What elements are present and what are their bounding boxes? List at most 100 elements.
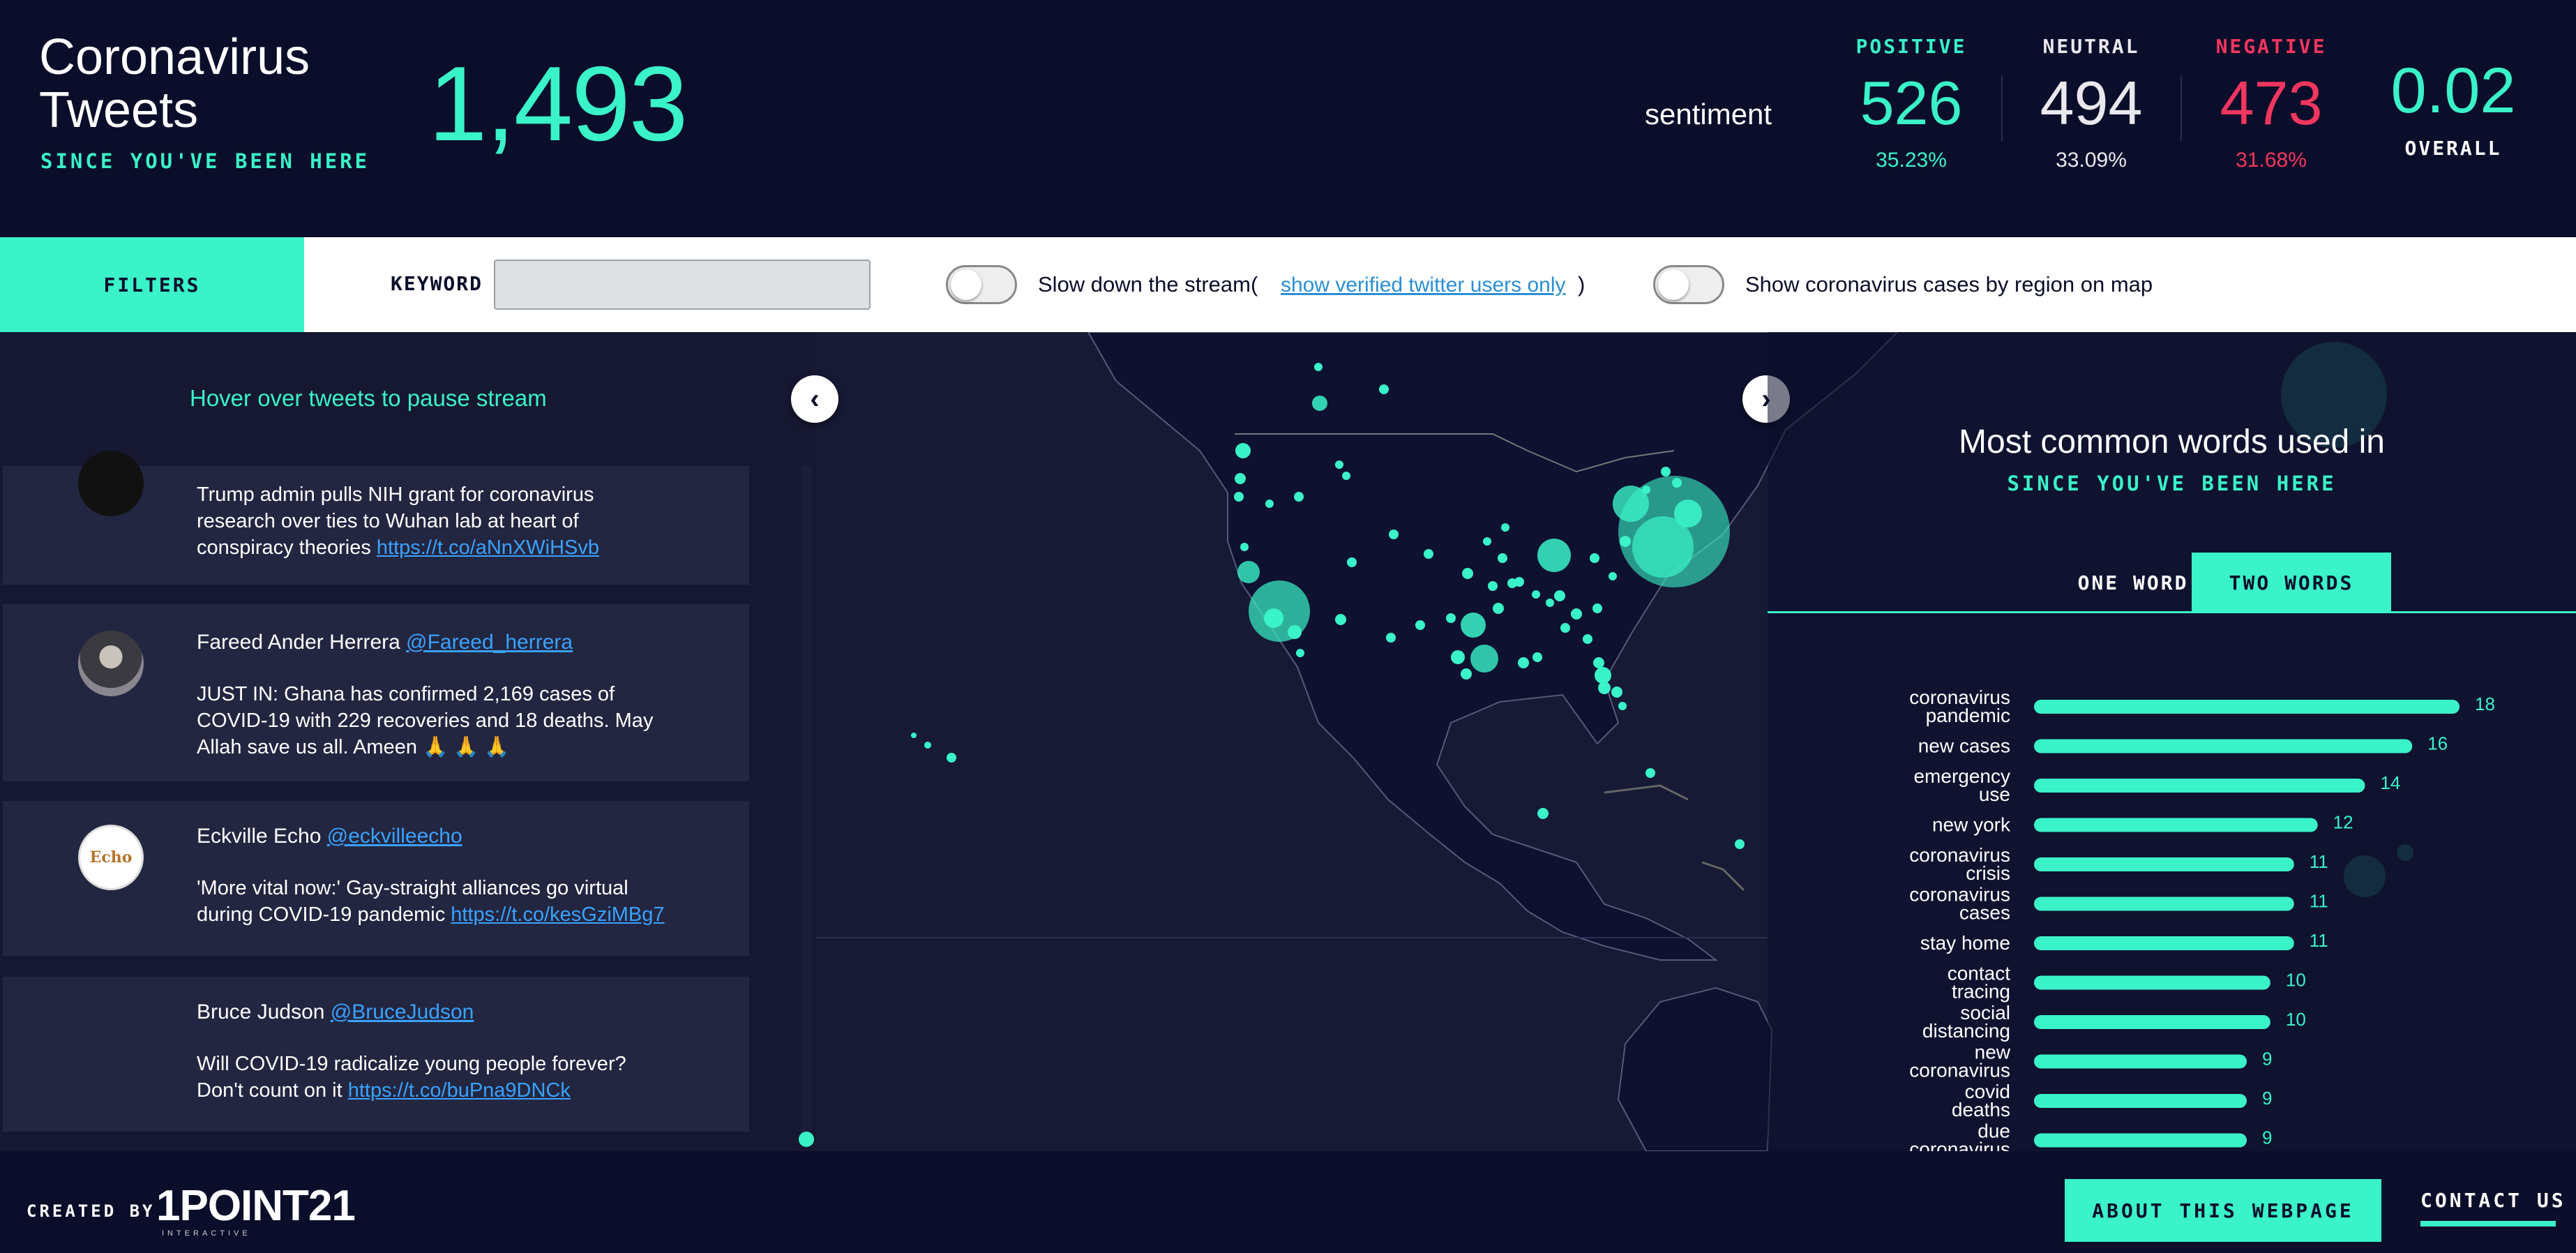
map-dot <box>1386 633 1396 643</box>
slow-stream-toggle[interactable] <box>946 265 1017 304</box>
tweet-card[interactable]: Trump admin pulls NIH grant for coronavi… <box>3 451 749 585</box>
show-cases-toggle[interactable] <box>1653 265 1724 304</box>
tweet-link[interactable]: https://t.co/aNnXWiHSvb <box>377 537 599 559</box>
map-dot <box>1389 530 1399 539</box>
word-bar <box>2034 936 2294 950</box>
neutral-stat: NEUTRAL 494 33.09% <box>2008 35 2175 172</box>
map-dot <box>1314 363 1323 371</box>
map-dot <box>1446 613 1456 623</box>
chevron-left-icon[interactable]: ‹ <box>791 375 838 423</box>
map-dot <box>1554 590 1565 601</box>
tweet-scrollbar[interactable] <box>801 466 812 1136</box>
tweet-author: Bruce Judson @BruceJudson <box>197 1000 474 1024</box>
divider <box>2001 75 2003 141</box>
word-bar-value: 11 <box>2310 930 2328 951</box>
word-bar-value: 9 <box>2262 1088 2272 1109</box>
word-bar-value: 18 <box>2475 693 2495 714</box>
tweet-text: 'More vital now:' Gay-straight alliances… <box>197 875 678 928</box>
contact-link[interactable]: CONTACT US <box>2420 1189 2566 1212</box>
map-dot <box>1461 668 1472 680</box>
word-bar <box>2034 857 2294 871</box>
map-dot <box>1645 768 1655 778</box>
verified-users-link[interactable]: show verified twitter users only <box>1281 273 1566 297</box>
neutral-percent: 33.09% <box>2056 149 2127 172</box>
echo-logo-icon: Echo <box>89 848 133 866</box>
map-dot <box>1312 396 1327 411</box>
word-bar-label: new cases <box>1918 735 2010 757</box>
avatar <box>78 451 144 516</box>
hover-hint: Hover over tweets to pause stream <box>190 385 547 411</box>
tweet-text-content: JUST IN: Ghana has confirmed 2,169 cases… <box>197 683 654 758</box>
word-bar-label: coronavirus pandemic <box>1909 686 2010 726</box>
map-dot <box>1342 472 1350 480</box>
show-cases-label: Show coronavirus cases by region on map <box>1745 272 2153 297</box>
map-dot <box>1642 486 1650 494</box>
map-dot <box>1335 614 1346 625</box>
tweet-card[interactable]: Fareed Ander Herrera @Fareed_herrera JUS… <box>3 604 749 781</box>
negative-label: NEGATIVE <box>2215 35 2327 58</box>
map-dot <box>1294 492 1304 502</box>
neutral-count: 494 <box>2040 68 2143 137</box>
tweet-author: Fareed Ander Herrera @Fareed_herrera <box>197 631 573 654</box>
author-handle[interactable]: @BruceJudson <box>331 1000 474 1023</box>
word-bar-value: 10 <box>2286 1009 2306 1030</box>
map-dot <box>1595 667 1611 684</box>
tweet-text: Trump admin pulls NIH grant for coronavi… <box>197 481 678 561</box>
map-dot <box>1264 608 1283 628</box>
word-bar-value: 11 <box>2310 851 2328 872</box>
word-bar <box>2034 1054 2247 1069</box>
map-dot <box>1532 652 1542 662</box>
about-button[interactable]: ABOUT THIS WEBPAGE <box>2065 1179 2381 1242</box>
company-logo-sub: INTERACTIVE <box>162 1229 251 1238</box>
page-title: Coronavirus Tweets <box>39 29 310 138</box>
negative-stat: NEGATIVE 473 31.68% <box>2187 35 2355 172</box>
map-dot <box>1288 625 1302 639</box>
word-bar-label: coronavirus cases <box>1909 884 2010 924</box>
paren-close: ) <box>1578 272 1585 297</box>
tweet-author: Eckville Echo @eckvilleecho <box>197 825 462 848</box>
word-bar-label: new coronavirus <box>1909 1042 2011 1081</box>
map-dot <box>1532 590 1540 599</box>
keyword-label: KEYWORD <box>391 272 483 295</box>
author-handle[interactable]: @Fareed_herrera <box>406 631 573 654</box>
map-dot <box>1483 537 1491 546</box>
created-by-label: CREATED BY <box>27 1201 156 1221</box>
tweet-link[interactable]: https://t.co/buPna9DNCk <box>348 1079 571 1102</box>
map-dot <box>1674 500 1702 527</box>
overall-sentiment-label: OVERALL <box>2404 137 2502 160</box>
tweet-card[interactable]: Bruce Judson @BruceJudson Will COVID-19 … <box>3 977 749 1132</box>
author-handle[interactable]: @eckvilleecho <box>327 825 462 848</box>
map-dot <box>1537 539 1571 572</box>
tweet-link[interactable]: https://t.co/kesGziMBg7 <box>451 903 664 926</box>
divider <box>2180 75 2182 141</box>
map-dot <box>924 742 931 749</box>
overall-sentiment-value: 0.02 <box>2390 55 2516 126</box>
map-dot <box>1235 473 1246 484</box>
neutral-label: NEUTRAL <box>2042 35 2140 58</box>
keyword-input[interactable] <box>494 260 871 310</box>
map-dot <box>1240 543 1249 551</box>
map-dot <box>1237 561 1260 583</box>
scroll-thumb[interactable] <box>799 1132 814 1147</box>
map-dot <box>1560 623 1570 633</box>
map-dot <box>1488 581 1498 591</box>
page-subtitle: SINCE YOU'VE BEEN HERE <box>40 149 370 173</box>
word-bar-label: stay home <box>1920 932 2010 954</box>
map-dot <box>1461 613 1486 638</box>
word-frequency-chart: 18 coronavirus pandemic 16 new cases 14 emerge… <box>1909 686 2495 1151</box>
footer: CREATED BY 1POINT21 INTERACTIVE ABOUT TH… <box>0 1151 2576 1253</box>
tweet-text: JUST IN: Ghana has confirmed 2,169 cases… <box>197 681 678 760</box>
positive-label: POSITIVE <box>1855 35 1967 58</box>
filters-button[interactable]: FILTERS <box>0 237 304 332</box>
word-bar-label: covid deaths <box>1952 1081 2010 1120</box>
map-dot <box>1590 553 1599 563</box>
positive-percent: 35.23% <box>1876 149 1947 172</box>
tweet-card[interactable]: Echo Eckville Echo @eckvilleecho 'More v… <box>3 801 749 956</box>
tweet-feed-panel[interactable]: Hover over tweets to pause stream Trump … <box>0 332 816 1151</box>
map-dot <box>1661 467 1671 477</box>
word-bar-label: emergency use <box>1913 765 2010 805</box>
positive-count: 526 <box>1860 68 1963 137</box>
header: Coronavirus Tweets SINCE YOU'VE BEEN HER… <box>0 0 2576 237</box>
company-logo[interactable]: 1POINT21 <box>156 1185 356 1228</box>
word-bar-value: 16 <box>2427 733 2448 754</box>
